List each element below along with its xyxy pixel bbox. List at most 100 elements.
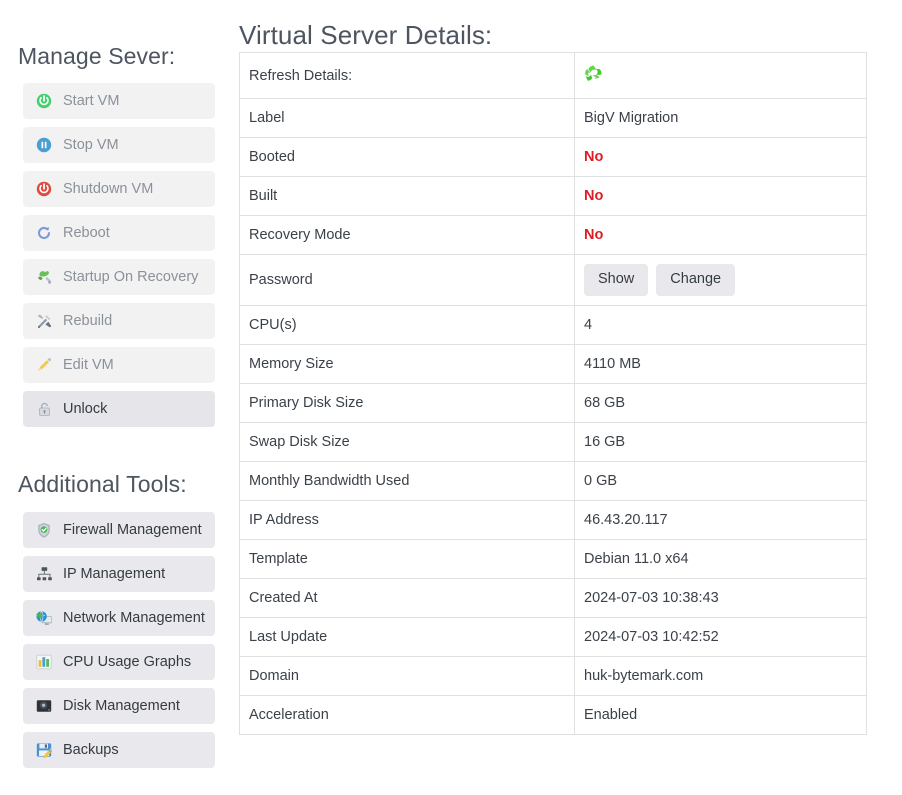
detail-value: 2024-07-03 10:42:52 <box>574 616 867 657</box>
detail-key: Memory Size <box>239 343 575 384</box>
power-on-icon <box>35 92 53 110</box>
pencil-icon <box>35 356 53 374</box>
sidebar-item-network-management[interactable]: Network Management <box>23 600 215 636</box>
status-badge: No <box>584 149 604 165</box>
recovery-plug-icon <box>35 268 53 286</box>
table-row: Booted No <box>239 137 867 177</box>
sidebar-item-label: Backups <box>63 742 119 758</box>
sidebar-item-label: CPU Usage Graphs <box>63 654 192 670</box>
table-row: Label BigV Migration <box>239 98 867 138</box>
detail-key: Acceleration <box>239 694 575 735</box>
manage-server-button-list: Start VM Stop VM Shutdown VM Reboot Startup … <box>23 83 215 435</box>
sidebar-item-start-vm[interactable]: Start VM <box>23 83 215 119</box>
refresh-icon[interactable] <box>584 64 603 83</box>
sidebar-item-label: Shutdown VM <box>63 181 154 197</box>
sidebar-item-label: Disk Management <box>63 698 180 714</box>
detail-key: Recovery Mode <box>239 215 575 255</box>
detail-key: Password <box>239 254 575 306</box>
sidebar-item-stop-vm[interactable]: Stop VM <box>23 127 215 163</box>
table-row: CPU(s) 4 <box>239 304 867 345</box>
additional-tools-heading: Additional Tools: <box>18 471 187 497</box>
detail-key: Booted <box>239 137 575 177</box>
detail-key: Template <box>239 538 575 579</box>
detail-value: 16 GB <box>574 421 867 462</box>
detail-key: Label <box>239 98 575 138</box>
detail-value: Debian 11.0 x64 <box>574 538 867 579</box>
detail-value-text: Enabled <box>584 706 638 723</box>
table-row: Created At 2024-07-03 10:38:43 <box>239 577 867 618</box>
virtual-server-details-page: Manage Sever: Start VM Stop VM Shutdown VM… <box>0 0 902 795</box>
detail-value: 68 GB <box>574 382 867 423</box>
additional-tools-button-list: Firewall Management IP Management Network … <box>23 512 215 776</box>
detail-value-text: 46.43.20.117 <box>584 511 668 528</box>
table-row: Refresh Details: <box>239 52 867 99</box>
floppy-pencil-icon <box>35 741 53 759</box>
sidebar-item-shutdown-vm[interactable]: Shutdown VM <box>23 171 215 207</box>
bar-chart-icon <box>35 653 53 671</box>
sitemap-icon <box>35 565 53 583</box>
sidebar-item-unlock[interactable]: Unlock <box>23 391 215 427</box>
detail-value-text: 4 <box>584 316 593 333</box>
table-row: Monthly Bandwidth Used 0 GB <box>239 460 867 501</box>
detail-key: Created At <box>239 577 575 618</box>
detail-value: 2024-07-03 10:38:43 <box>574 577 867 618</box>
detail-value-text: 16 GB <box>584 433 626 450</box>
sidebar-item-label: IP Management <box>63 566 166 582</box>
table-row: Built No <box>239 176 867 216</box>
detail-value-text: huk-bytemark.com <box>584 667 704 684</box>
detail-value: No <box>574 215 867 255</box>
detail-value: No <box>574 137 867 177</box>
status-badge: No <box>584 188 604 204</box>
detail-value: 46.43.20.117 <box>574 499 867 540</box>
table-row: IP Address 46.43.20.117 <box>239 499 867 540</box>
detail-value-password-actions: Show Change <box>574 254 867 306</box>
sidebar-item-cpu-usage-graphs[interactable]: CPU Usage Graphs <box>23 644 215 680</box>
manage-server-heading: Manage Sever: <box>18 43 176 69</box>
hard-disk-icon <box>35 697 53 715</box>
detail-value: 4 <box>574 304 867 345</box>
sidebar-item-ip-management[interactable]: IP Management <box>23 556 215 592</box>
sidebar-item-label: Edit VM <box>63 357 114 373</box>
table-row: Password Show Change <box>239 254 867 306</box>
detail-key: Swap Disk Size <box>239 421 575 462</box>
password-button-group: Show Change <box>584 264 857 296</box>
sidebar-item-startup-on-recovery[interactable]: Startup On Recovery <box>23 259 215 295</box>
shield-check-icon <box>35 521 53 539</box>
detail-key: Refresh Details: <box>239 52 575 99</box>
sidebar-item-label: Firewall Management <box>63 522 202 538</box>
detail-value-text: 2024-07-03 10:38:43 <box>584 589 719 606</box>
table-row: Primary Disk Size 68 GB <box>239 382 867 423</box>
detail-value: 0 GB <box>574 460 867 501</box>
change-password-button[interactable]: Change <box>656 264 736 296</box>
sidebar-item-backups[interactable]: Backups <box>23 732 215 768</box>
table-row: Acceleration Enabled <box>239 694 867 735</box>
show-password-button[interactable]: Show <box>584 264 649 296</box>
detail-value-text: 0 GB <box>584 472 618 489</box>
page-title: Virtual Server Details: <box>239 20 493 50</box>
table-row: Memory Size 4110 MB <box>239 343 867 384</box>
detail-key: Domain <box>239 655 575 696</box>
table-row: Swap Disk Size 16 GB <box>239 421 867 462</box>
table-row: Domain huk-bytemark.com <box>239 655 867 696</box>
detail-value: 4110 MB <box>574 343 867 384</box>
sidebar-item-reboot[interactable]: Reboot <box>23 215 215 251</box>
reboot-icon <box>35 224 53 242</box>
sidebar-item-firewall-management[interactable]: Firewall Management <box>23 512 215 548</box>
sidebar-item-label: Unlock <box>63 401 108 417</box>
sidebar-item-rebuild[interactable]: Rebuild <box>23 303 215 339</box>
power-off-icon <box>35 180 53 198</box>
sidebar-item-label: Reboot <box>63 225 110 241</box>
detail-key: Built <box>239 176 575 216</box>
sidebar-item-disk-management[interactable]: Disk Management <box>23 688 215 724</box>
detail-value: huk-bytemark.com <box>574 655 867 696</box>
detail-value-text: Debian 11.0 x64 <box>584 550 689 567</box>
table-row: Last Update 2024-07-03 10:42:52 <box>239 616 867 657</box>
detail-key: Primary Disk Size <box>239 382 575 423</box>
status-badge: No <box>584 227 604 243</box>
detail-key: IP Address <box>239 499 575 540</box>
sidebar-item-edit-vm[interactable]: Edit VM <box>23 347 215 383</box>
detail-value: Enabled <box>574 694 867 735</box>
sidebar-item-label: Network Management <box>63 610 205 626</box>
sidebar-item-label: Startup On Recovery <box>63 269 199 285</box>
detail-value: BigV Migration <box>574 98 867 138</box>
